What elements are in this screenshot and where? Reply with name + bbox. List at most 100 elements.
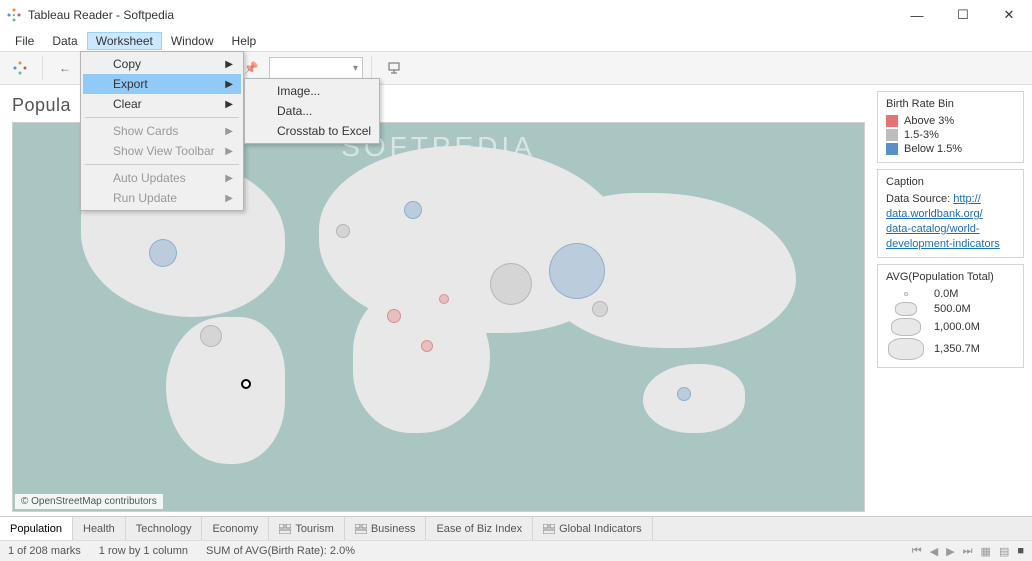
tab-label: Population — [10, 523, 62, 535]
data-mark[interactable] — [549, 243, 605, 299]
menubar: FileDataWorksheetWindowHelp — [0, 30, 1032, 51]
size-bubble-icon — [904, 292, 908, 296]
tab-label: Global Indicators — [559, 523, 642, 535]
prev-button[interactable]: ◀ — [930, 545, 938, 558]
legend-item[interactable]: Above 3% — [886, 114, 1015, 128]
tab-label: Ease of Biz Index — [436, 523, 522, 535]
sheet-tabs: Population Health Technology Economy Tourism… — [0, 516, 1032, 540]
app-icon — [6, 7, 22, 23]
menu-worksheet[interactable]: Worksheet — [87, 32, 162, 50]
legend-label: 1.5-3% — [904, 129, 939, 141]
last-button[interactable]: ⏭ — [963, 545, 973, 558]
legend-label: Above 3% — [904, 115, 954, 127]
data-mark[interactable] — [439, 294, 449, 304]
menu-item-clear[interactable]: Clear▶ — [83, 94, 241, 114]
worksheet-menu: Copy▶Export▶Clear▶ Show Cards▶Show View T… — [80, 51, 244, 211]
submenu-arrow-icon: ▶ — [225, 79, 233, 90]
status-bar: 1 of 208 marks 1 row by 1 column SUM of … — [0, 540, 1032, 561]
menu-file[interactable]: File — [6, 32, 43, 50]
tab-population[interactable]: Population — [0, 517, 73, 540]
legend-title: Birth Rate Bin — [886, 98, 1015, 110]
legend-item[interactable]: Below 1.5% — [886, 142, 1015, 156]
minimize-button[interactable]: — — [894, 0, 940, 30]
caption-prefix: Data Source: — [886, 193, 953, 205]
menu-item-crosstab-to-excel[interactable]: Crosstab to Excel — [247, 121, 377, 141]
menu-window[interactable]: Window — [162, 32, 223, 50]
submenu-arrow-icon: ▶ — [225, 173, 233, 184]
tab-technology[interactable]: Technology — [126, 517, 203, 540]
color-legend-card: Birth Rate Bin Above 3% 1.5-3% Below 1.5% — [877, 91, 1024, 163]
tab-ease-of-biz-index[interactable]: Ease of Biz Index — [426, 517, 533, 540]
size-legend-item[interactable]: 0.0M — [886, 287, 1015, 301]
presentation-button[interactable] — [380, 55, 408, 81]
tab-label: Technology — [136, 523, 192, 535]
size-legend-item[interactable]: 500.0M — [886, 301, 1015, 317]
map-attribution: © OpenStreetMap contributors — [15, 494, 163, 509]
legend-item[interactable]: 1.5-3% — [886, 128, 1015, 142]
export-submenu: Image...Data...Crosstab to Excel — [244, 78, 380, 144]
maximize-button[interactable]: ☐ — [940, 0, 986, 30]
data-mark[interactable] — [677, 387, 691, 401]
status-agg: SUM of AVG(Birth Rate): 2.0% — [206, 545, 355, 557]
size-legend-label: 1,000.0M — [934, 321, 980, 333]
color-swatch — [886, 115, 898, 127]
menu-item-copy[interactable]: Copy▶ — [83, 54, 241, 74]
caption-card: Caption Data Source: http://data.worldba… — [877, 169, 1024, 258]
size-legend-title: AVG(Population Total) — [886, 271, 1015, 283]
next-button[interactable]: ▶ — [946, 545, 954, 558]
menu-item-show-cards: Show Cards▶ — [83, 121, 241, 141]
status-marks: 1 of 208 marks — [8, 545, 81, 557]
size-legend-item[interactable]: 1,350.7M — [886, 337, 1015, 361]
view-grid-icon[interactable]: ▦ — [981, 545, 991, 558]
tab-label: Health — [83, 523, 115, 535]
data-mark[interactable] — [404, 201, 422, 219]
menu-separator — [85, 164, 239, 165]
tab-health[interactable]: Health — [73, 517, 126, 540]
tab-economy[interactable]: Economy — [202, 517, 269, 540]
menu-help[interactable]: Help — [223, 32, 266, 50]
size-legend-label: 500.0M — [934, 303, 971, 315]
tab-tourism[interactable]: Tourism — [269, 517, 345, 540]
back-button[interactable]: ← — [51, 55, 79, 81]
separator — [42, 56, 43, 80]
tab-business[interactable]: Business — [345, 517, 427, 540]
separator — [371, 56, 372, 80]
menu-item-auto-updates: Auto Updates▶ — [83, 168, 241, 188]
tab-label: Economy — [212, 523, 258, 535]
tableau-logo-button[interactable] — [6, 55, 34, 81]
first-button[interactable]: ⏮ — [912, 545, 922, 558]
submenu-arrow-icon: ▶ — [225, 146, 233, 157]
data-mark[interactable] — [200, 325, 222, 347]
size-legend-item[interactable]: 1,000.0M — [886, 317, 1015, 337]
size-legend-label: 0.0M — [934, 288, 958, 300]
menu-data[interactable]: Data — [43, 32, 86, 50]
status-dims: 1 row by 1 column — [99, 545, 188, 557]
caption-title: Caption — [886, 176, 1015, 188]
menu-item-show-view-toolbar: Show View Toolbar▶ — [83, 141, 241, 161]
toolbar-combo[interactable]: ▾ — [269, 57, 363, 79]
submenu-arrow-icon: ▶ — [225, 126, 233, 137]
size-bubble-icon — [891, 318, 921, 336]
window-title: Tableau Reader - Softpedia — [28, 8, 174, 22]
menu-item-export[interactable]: Export▶ — [83, 74, 241, 94]
size-legend-card: AVG(Population Total) 0.0M 500.0M 1,000.0M… — [877, 264, 1024, 368]
submenu-arrow-icon: ▶ — [225, 59, 233, 70]
color-swatch — [886, 129, 898, 141]
view-single-icon[interactable]: ■ — [1017, 545, 1024, 557]
dashboard-icon — [355, 524, 367, 534]
legend-label: Below 1.5% — [904, 143, 962, 155]
tab-global-indicators[interactable]: Global Indicators — [533, 517, 653, 540]
color-swatch — [886, 143, 898, 155]
close-button[interactable]: ✕ — [986, 0, 1032, 30]
dashboard-icon — [279, 524, 291, 534]
titlebar: Tableau Reader - Softpedia — ☐ ✕ — [0, 0, 1032, 30]
side-panel: Birth Rate Bin Above 3%1.5-3%Below 1.5% … — [877, 85, 1032, 516]
size-legend-label: 1,350.7M — [934, 343, 980, 355]
menu-item-run-update: Run Update▶ — [83, 188, 241, 208]
data-mark[interactable] — [490, 263, 532, 305]
view-list-icon[interactable]: ▤ — [999, 545, 1009, 558]
submenu-arrow-icon: ▶ — [225, 193, 233, 204]
menu-item-data[interactable]: Data... — [247, 101, 377, 121]
dashboard-icon — [543, 524, 555, 534]
menu-item-image[interactable]: Image... — [247, 81, 377, 101]
